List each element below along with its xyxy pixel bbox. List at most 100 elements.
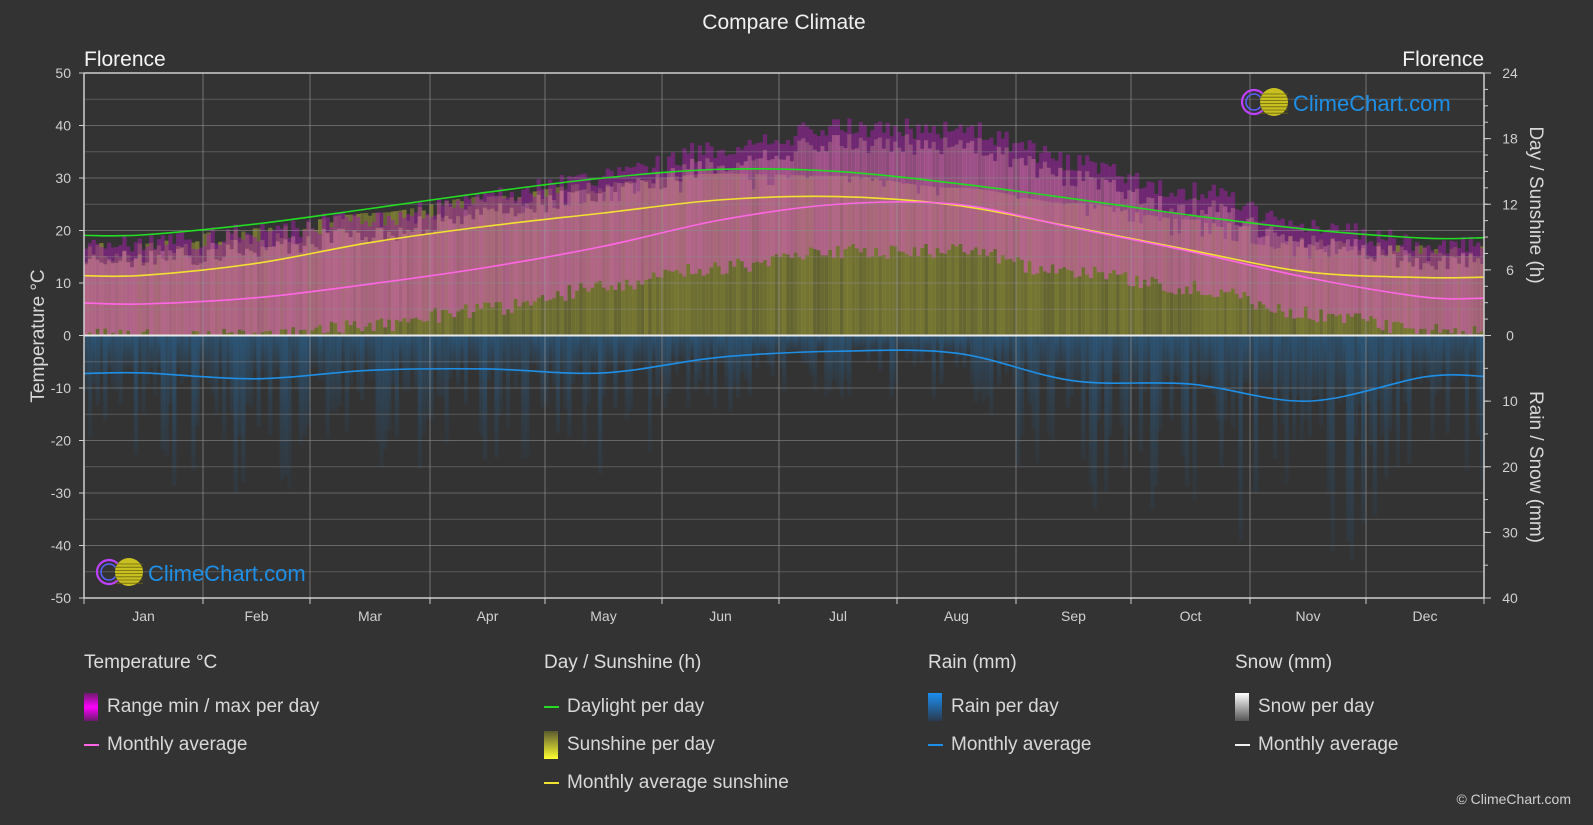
temp-range-top-bar [1434,253,1439,270]
temp-range-top-bar [1092,162,1098,179]
rain-day-bar [486,336,491,381]
temp-range-bar [1081,180,1086,268]
rain-day-bar [831,336,837,381]
rain-day-bar [774,336,779,355]
rain-day-bar [517,336,522,375]
temp-range-top-bar [260,224,265,240]
rain-day-bar [360,336,365,401]
rain-day-bar [91,336,96,385]
temp-range-bar [1411,266,1416,329]
temp-range-top-bar [1019,142,1025,158]
temp-range-bar [1368,256,1374,316]
temp-range-bar [1391,254,1397,322]
temp-range-top-bar [789,145,794,162]
temp-range-bar [916,140,921,256]
temperature-range-swatch [84,693,98,721]
temp-range-bar [118,260,123,330]
rain-day-bar [682,336,687,365]
temp-range-bar [548,195,553,300]
temp-range-bar [981,155,986,250]
legend-item: Rain per day [928,688,1091,726]
temp-range-bar [950,146,956,245]
rain-day-bar [1288,336,1293,392]
temp-range-bar [1161,212,1167,291]
rain-day-bar [789,336,794,351]
temp-range-bar [1437,261,1443,333]
legend-item: Range min / max per day [84,688,319,726]
rain-day-bar [805,336,810,365]
temp-range-bar [870,145,875,257]
temp-range-top-bar [966,127,971,143]
temp-range-bar [663,187,668,270]
rain-day-bar [594,336,599,371]
temp-range-bar [1307,244,1312,319]
temp-range-bar [256,257,261,336]
temp-range-top-bar [421,218,426,235]
temp-range-top-bar [1096,173,1101,190]
temp-range-top-bar [160,235,165,251]
temp-range-bar [667,172,672,271]
temp-range-top-bar [187,239,192,256]
rain-day-bar [900,336,906,352]
rain-day-bar [993,336,998,358]
rain-day-bar [237,336,242,436]
legend-label: Daylight per day [567,696,705,717]
right-tick-label-hours: 24 [1502,65,1518,81]
temp-range-bar [1138,204,1144,289]
rain-day-bar [1223,336,1228,422]
legend-sunshine: Day / Sunshine (h) Daylight per day Suns… [544,652,789,802]
temp-range-top-bar [651,167,656,184]
temp-range-top-bar [317,233,323,250]
temp-range-bar [1207,206,1213,295]
temp-range-top-bar [287,237,292,254]
temp-range-bar [337,228,342,333]
rain-day-bar [1453,336,1458,380]
temp-range-top-bar [1134,172,1140,189]
temp-range-top-bar [843,132,848,148]
temp-range-top-bar [597,177,603,194]
chart-title: Compare Climate [702,11,865,34]
rain-day-bar [851,336,856,350]
rain-day-bar [1096,336,1101,421]
legend-title: Rain (mm) [928,652,1017,673]
rain-day-bar [1299,336,1305,442]
temp-range-bar [904,134,910,255]
temp-range-bar [1357,255,1362,314]
rain-day-bar [1403,336,1408,403]
rain-day-bar [356,336,361,393]
rain-avg-swatch [928,744,943,746]
temp-range-bar [697,161,702,269]
month-label: Jun [709,608,732,624]
rain-day-bar [770,336,775,377]
temp-range-bar [1476,258,1481,334]
temp-range-bar [736,162,741,259]
rain-day-bar [333,336,338,413]
left-axis-label: Temperature °C [28,269,49,402]
temp-range-bar [1157,195,1163,284]
temp-range-bar [1403,250,1408,329]
temp-range-bar [283,239,288,330]
temp-range-top-bar [1414,242,1420,259]
left-tick-label: 10 [55,275,71,291]
temp-range-bar [490,208,495,308]
rain-day-bar [168,336,173,405]
rain-day-bar [858,336,864,350]
temp-range-top-bar [1418,253,1424,270]
temp-range-top-bar [528,193,534,210]
temp-range-top-bar [973,137,979,154]
temp-range-top-bar [1399,245,1404,261]
logo-sun-icon [1260,88,1288,116]
temperature-avg-swatch [84,744,99,746]
rain-day-bar [367,336,373,381]
rain-day-bar [1276,336,1282,390]
temp-range-top-bar [1165,196,1170,213]
temp-range-top-bar [686,153,691,170]
temp-range-bar [440,221,445,311]
temp-range-bar [993,160,998,250]
temp-range-top-bar [1035,162,1040,179]
right-tick-label-rain: 30 [1502,524,1518,540]
temp-range-top-bar [1437,245,1443,262]
rain-day-bar [536,336,541,375]
rain-day-bar [271,336,277,376]
temp-range-top-bar [1303,231,1308,248]
